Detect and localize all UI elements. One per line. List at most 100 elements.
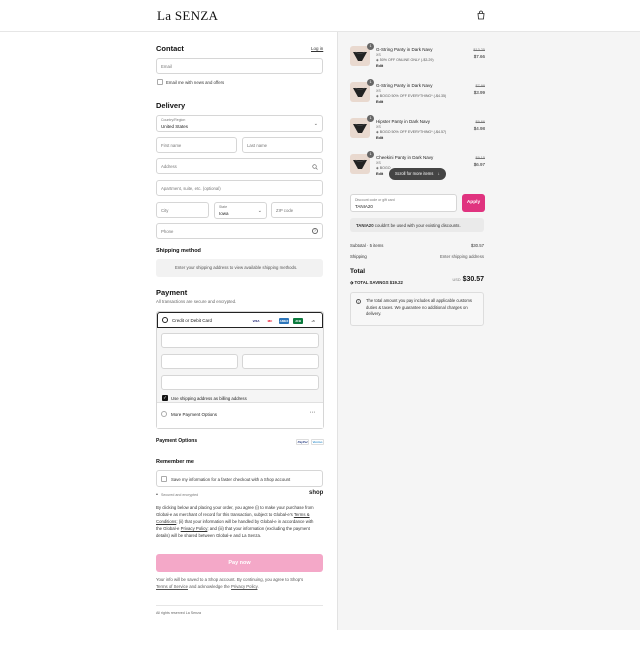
venmo-badge[interactable]: Venmo — [311, 439, 324, 445]
product-discount: ◈ BOGO 50% OFF EVERYTHING* (-$4.57) — [376, 130, 446, 134]
shopping-bag-icon[interactable] — [476, 10, 486, 20]
la-senza-logo[interactable]: La SENZA — [157, 8, 218, 24]
apartment-placeholder: Apartment, suite, etc. (optional) — [161, 186, 221, 191]
apartment-field[interactable]: Apartment, suite, etc. (optional) — [156, 180, 323, 196]
legal-line-5: details) will be shared between Global-e… — [156, 533, 262, 538]
privacy-policy-link[interactable]: Privacy Policy — [181, 526, 208, 531]
quantity-badge: 1 — [367, 43, 374, 50]
savings-value: $19.22 — [389, 280, 403, 285]
discount-error-text: couldn't be used with your existing disc… — [374, 222, 461, 228]
product-variant: XS — [376, 53, 381, 57]
edit-item-link[interactable]: Edit — [376, 100, 383, 104]
legal-line-3: ; (ii) that your information will be han… — [176, 519, 314, 524]
first-name-placeholder: First name — [161, 143, 182, 148]
original-price: $9.66 — [475, 120, 485, 124]
original-price: $9.15 — [475, 156, 485, 160]
rights-text: All rights reserved La Senza — [156, 611, 201, 615]
card-fields-panel: ✓ Use shipping address as billing addres… — [157, 328, 323, 402]
mastercard-logo: MC — [267, 319, 273, 323]
product-discount: ◈ BOGO 50% OFF EVERYTHING* (-$4.35) — [376, 94, 446, 98]
edit-item-link[interactable]: Edit — [376, 172, 383, 176]
original-price: $7.99 — [475, 84, 485, 88]
country-label: Country/Region — [161, 118, 186, 122]
product-variant: XS — [376, 125, 381, 129]
shipping-method-notice: Enter your shipping address to view avai… — [156, 259, 323, 277]
remember-checkbox[interactable] — [161, 476, 167, 482]
tag-icon: ◈ — [376, 94, 379, 98]
shop-privacy-link[interactable]: Privacy Policy — [231, 584, 257, 589]
sale-price: $4.98 — [473, 126, 485, 131]
payment-heading: Payment — [156, 288, 188, 297]
quantity-badge: 1 — [367, 151, 374, 158]
card-name-field[interactable] — [161, 375, 319, 390]
first-name-field[interactable]: First name — [156, 137, 237, 153]
paypal-badge[interactable]: PayPal — [296, 439, 309, 445]
delivery-heading: Delivery — [156, 101, 186, 110]
card-cvv-field[interactable] — [242, 354, 319, 369]
terms-link[interactable]: Terms & — [294, 512, 310, 517]
product-name: G-String Panty in Dark Navy — [376, 47, 433, 52]
help-icon[interactable]: ? — [312, 228, 318, 234]
last-name-field[interactable]: Last name — [242, 137, 323, 153]
arrow-down-icon: ↓ — [437, 171, 440, 176]
phone-field[interactable]: Phone ? — [156, 223, 323, 239]
discount-error-code: TANIA20 — [356, 222, 374, 228]
more-payment-label: More Payment Options — [171, 412, 218, 417]
legal-line-2: Global-e as merchant of record for this … — [156, 512, 293, 517]
news-checkbox[interactable] — [157, 79, 163, 85]
visa-logo: VISA — [252, 319, 260, 323]
zip-field[interactable]: ZIP code — [271, 202, 323, 218]
edit-item-link[interactable]: Edit — [376, 136, 383, 140]
sale-price: $6.97 — [473, 162, 485, 167]
card-number-field[interactable] — [161, 333, 319, 348]
terms-of-service-link[interactable]: Terms of Service — [156, 584, 188, 589]
info-icon: i — [356, 299, 361, 304]
payment-options-heading: Payment Options — [156, 438, 198, 444]
discount-error: TANIA20 couldn't be used with your exist… — [350, 218, 484, 232]
tag-icon: ⬗ — [350, 280, 354, 285]
scroll-for-more-pill[interactable]: Scroll for more items ↓ — [389, 168, 446, 180]
product-name: G-String Panty in Dark Navy — [376, 83, 433, 88]
discount-value: TANIA20 — [355, 204, 373, 209]
product-name: Hipster Panty in Dark Navy — [376, 119, 431, 124]
remember-me-box[interactable]: Save my information for a faster checkou… — [156, 470, 323, 487]
legal-line-1: By clicking below and placing your order… — [156, 505, 314, 510]
card-expiry-field[interactable] — [161, 354, 238, 369]
state-select[interactable]: State Iowa ⌄ — [214, 202, 267, 219]
address-field[interactable]: Address — [156, 158, 323, 174]
more-payment-radio[interactable] — [161, 411, 167, 417]
remember-heading: Remember me — [156, 459, 194, 465]
email-field[interactable]: Email — [156, 58, 323, 74]
amex-logo: AMEX — [279, 318, 289, 324]
discount-field[interactable]: Discount code or gift card TANIA20 — [350, 194, 457, 212]
legal-line-4a: the Global-e — [156, 526, 180, 531]
product-image — [350, 46, 370, 66]
total-value: $30.57 — [462, 276, 484, 283]
country-select[interactable]: Country/Region United States ⌄ — [156, 115, 323, 132]
apply-button[interactable]: Apply — [462, 194, 485, 212]
more-payment-option[interactable]: More Payment Options ··· — [157, 402, 323, 428]
original-price: $13.25 — [473, 48, 485, 52]
card-option[interactable]: Credit or Debit Card VISA MC AMEX JCB +5 — [157, 312, 323, 328]
billing-label: Use shipping address as billing address — [171, 396, 247, 401]
shipping-method-heading: Shipping method — [156, 248, 201, 254]
total-amount: USD $30.57 — [453, 268, 484, 286]
tag-icon: ◈ — [376, 58, 379, 62]
currency-code: USD — [452, 278, 461, 282]
legal-text: By clicking below and placing your order… — [156, 504, 326, 539]
conditions-link[interactable]: Conditions — [156, 519, 176, 524]
secure-note: Secured and encrypted — [161, 493, 199, 497]
login-link[interactable]: Log in — [311, 46, 323, 51]
city-field[interactable]: City — [156, 202, 209, 218]
subtotal-label: Subtotal · 5 items — [350, 243, 384, 248]
billing-checkbox[interactable]: ✓ — [162, 395, 168, 401]
product-image — [350, 118, 370, 138]
shipping-value: Enter shipping address — [440, 254, 484, 259]
city-placeholder: City — [161, 208, 169, 213]
pay-now-button[interactable]: Pay now — [156, 554, 323, 572]
card-radio[interactable] — [162, 317, 168, 323]
card-option-label: Credit or Debit Card — [172, 318, 213, 323]
edit-item-link[interactable]: Edit — [376, 64, 383, 68]
chevron-down-icon: ⌄ — [313, 121, 318, 127]
shop-disclaimer: Your info will be saved to a Shop accoun… — [156, 576, 326, 590]
